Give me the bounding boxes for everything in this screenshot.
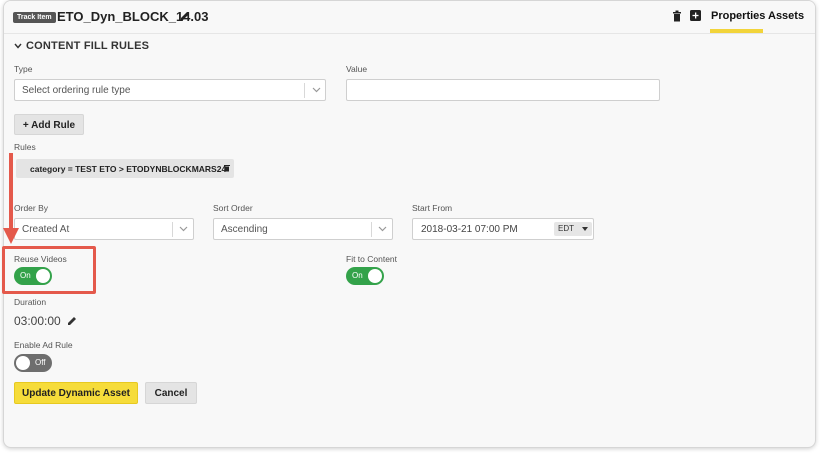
tab-properties[interactable]: Properties bbox=[711, 10, 765, 22]
active-tab-indicator bbox=[710, 29, 763, 33]
start-from-value: 2018-03-21 07:00 PM bbox=[421, 224, 518, 235]
order-by-select[interactable]: Created At bbox=[14, 218, 194, 240]
order-by-value: Created At bbox=[22, 224, 70, 235]
rule-chip: category = TEST ETO > ETODYNBLOCKMARS24 bbox=[16, 159, 234, 178]
add-icon[interactable] bbox=[690, 10, 701, 21]
start-from-input[interactable]: 2018-03-21 07:00 PM EDT bbox=[412, 218, 594, 240]
rule-chip-text: category = TEST ETO > ETODYNBLOCKMARS24 bbox=[30, 164, 227, 174]
duration-label: Duration bbox=[14, 297, 47, 307]
section-title: CONTENT FILL RULES bbox=[26, 40, 150, 52]
update-dynamic-asset-button[interactable]: Update Dynamic Asset bbox=[14, 382, 138, 404]
trash-icon[interactable] bbox=[672, 10, 682, 22]
order-by-label: Order By bbox=[14, 203, 49, 213]
rules-label: Rules bbox=[14, 142, 36, 152]
start-from-label: Start From bbox=[412, 203, 453, 213]
toggle-knob bbox=[16, 356, 30, 370]
toggle-knob bbox=[368, 269, 382, 283]
header-bar: Track Item ETO_Dyn_BLOCK_14.03 Propertie… bbox=[4, 1, 815, 34]
timezone-dropdown[interactable]: EDT bbox=[554, 222, 592, 236]
edit-title-pencil-icon[interactable] bbox=[179, 10, 191, 22]
edit-duration-pencil-icon[interactable] bbox=[66, 315, 78, 327]
chevron-down-icon bbox=[312, 87, 321, 93]
select-divider bbox=[304, 83, 305, 98]
type-select[interactable]: Select ordering rule type bbox=[14, 79, 326, 101]
fit-to-content-toggle[interactable]: On bbox=[346, 267, 384, 285]
sort-order-value: Ascending bbox=[221, 224, 268, 235]
sort-order-select[interactable]: Ascending bbox=[213, 218, 393, 240]
toggle-state-label: Off bbox=[35, 358, 46, 367]
sort-order-label: Sort Order bbox=[213, 203, 253, 213]
properties-panel: Track Item ETO_Dyn_BLOCK_14.03 Propertie… bbox=[3, 0, 816, 448]
type-label: Type bbox=[14, 64, 33, 74]
duration-value: 03:00:00 bbox=[14, 314, 61, 328]
tab-assets[interactable]: Assets bbox=[768, 10, 804, 22]
fit-to-content-label: Fit to Content bbox=[346, 254, 398, 264]
track-item-badge: Track Item bbox=[13, 12, 56, 23]
toggle-state-label: On bbox=[352, 271, 363, 280]
value-input[interactable] bbox=[346, 79, 660, 101]
timezone-value: EDT bbox=[558, 224, 574, 233]
chevron-down-icon bbox=[179, 226, 188, 232]
value-label: Value bbox=[346, 64, 368, 74]
enable-ad-rule-label: Enable Ad Rule bbox=[14, 340, 73, 350]
select-divider bbox=[371, 222, 372, 237]
content-fill-rules-header[interactable]: CONTENT FILL RULES bbox=[14, 40, 149, 52]
annotation-highlight-box bbox=[2, 246, 96, 294]
select-divider bbox=[172, 222, 173, 237]
cancel-button[interactable]: Cancel bbox=[145, 382, 197, 404]
caret-down-icon bbox=[582, 227, 588, 231]
enable-ad-rule-toggle[interactable]: Off bbox=[14, 354, 52, 372]
type-select-placeholder: Select ordering rule type bbox=[22, 85, 131, 96]
chevron-down-icon bbox=[14, 43, 22, 49]
add-rule-button[interactable]: + Add Rule bbox=[14, 114, 84, 135]
remove-rule-trash-icon[interactable] bbox=[224, 164, 230, 172]
chevron-down-icon bbox=[378, 226, 387, 232]
